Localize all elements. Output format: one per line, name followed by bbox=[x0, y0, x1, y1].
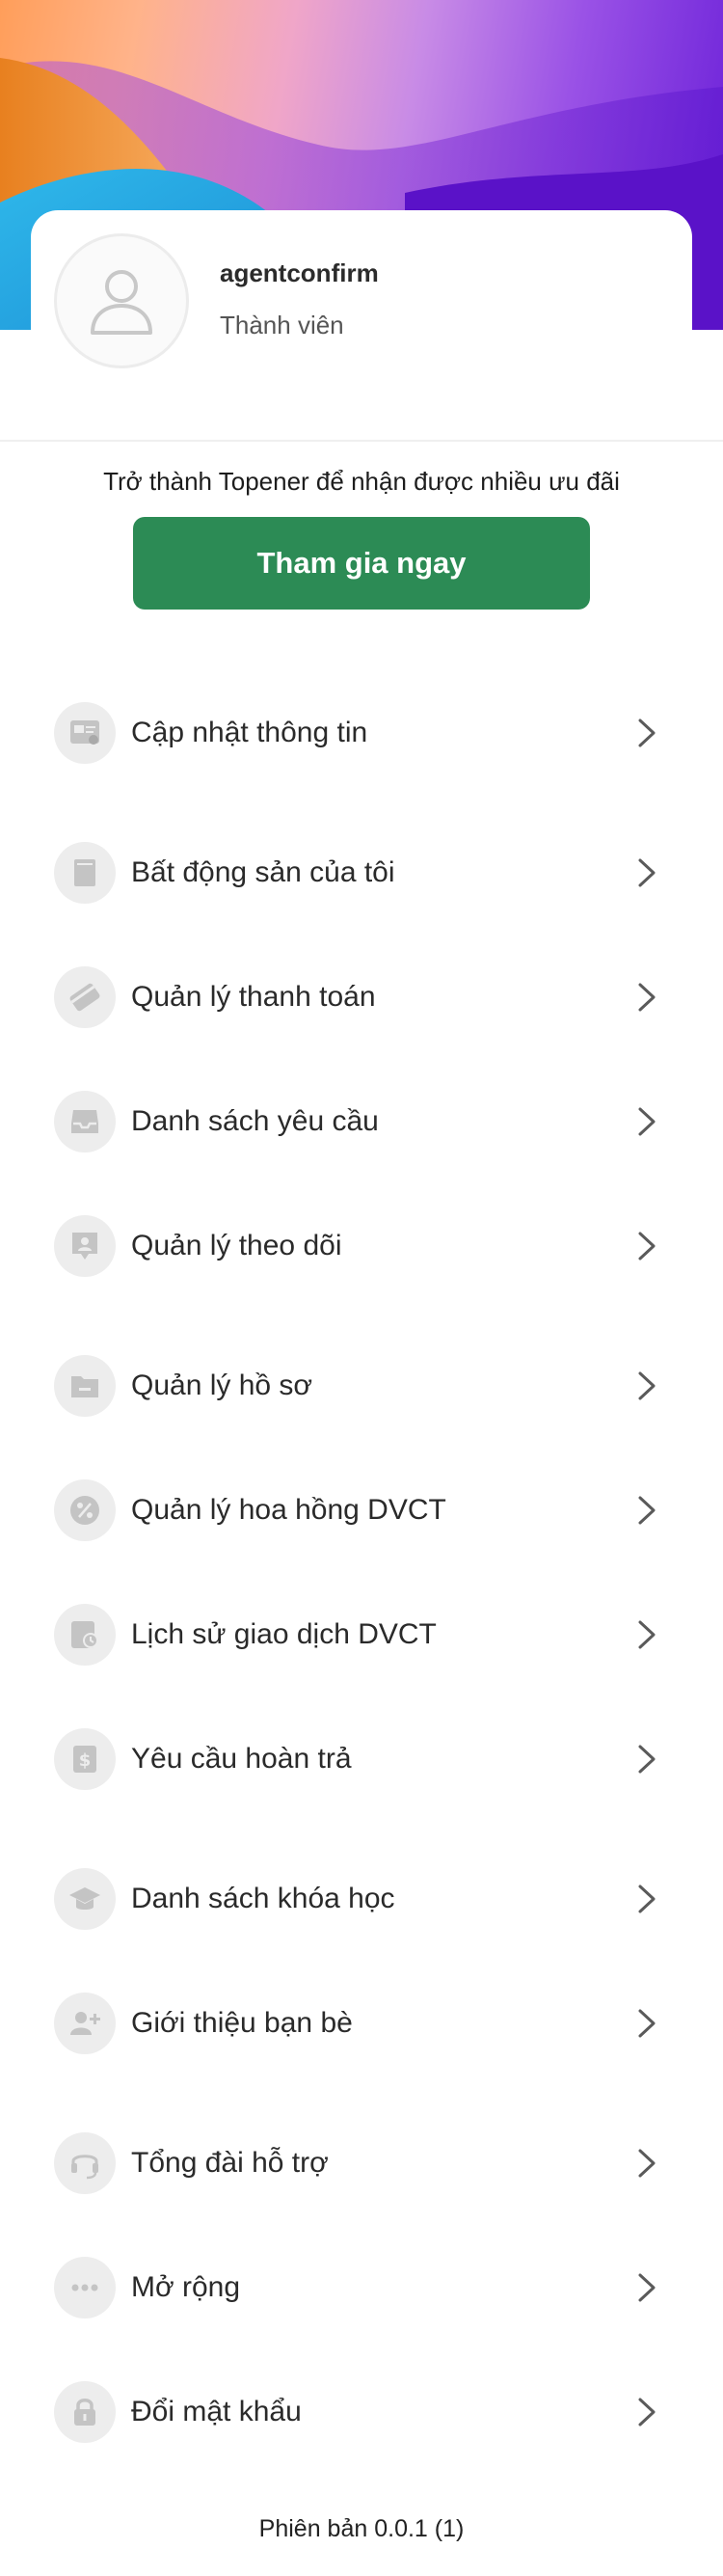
chevron-right-icon bbox=[638, 1620, 656, 1649]
person-chat-icon bbox=[54, 1215, 116, 1277]
menu-label: Bất động sản của tôi bbox=[131, 856, 395, 888]
folder-icon bbox=[54, 1355, 116, 1417]
promo-text: Trở thành Topener để nhận được nhiều ưu … bbox=[103, 467, 620, 496]
menu-label: Quản lý thanh toán bbox=[131, 981, 376, 1013]
history-icon bbox=[54, 1604, 116, 1666]
menu-label: Danh sách khóa học bbox=[131, 1883, 395, 1914]
menu-item-change-password[interactable]: Đổi mật khẩu bbox=[0, 2359, 723, 2465]
menu-label: Giới thiệu bạn bè bbox=[131, 2007, 353, 2039]
building-icon bbox=[54, 842, 116, 904]
chevron-right-icon bbox=[638, 2398, 656, 2427]
menu-label: Quản lý theo dõi bbox=[131, 1230, 342, 1261]
menu-item-transaction-history[interactable]: Lịch sử giao dịch DVCT bbox=[0, 1582, 723, 1688]
lock-icon bbox=[54, 2381, 116, 2443]
menu-label: Danh sách yêu cầu bbox=[131, 1105, 379, 1137]
profile-card: agentconfirm Thành viên bbox=[31, 210, 692, 442]
avatar[interactable] bbox=[54, 233, 189, 368]
more-dots-icon bbox=[54, 2257, 116, 2318]
chevron-right-icon bbox=[638, 1885, 656, 1913]
user-placeholder-icon bbox=[91, 270, 152, 335]
chevron-right-icon bbox=[638, 1232, 656, 1261]
username: agentconfirm bbox=[220, 258, 379, 287]
menu-item-request-list[interactable]: Danh sách yêu cầu bbox=[0, 1069, 723, 1175]
menu-label: Cập nhật thông tin bbox=[131, 717, 368, 748]
profile-card-icon bbox=[54, 702, 116, 764]
chevron-right-icon bbox=[638, 1107, 656, 1136]
menu-item-support-hotline[interactable]: Tổng đài hỗ trợ bbox=[0, 2110, 723, 2216]
menu-item-update-info[interactable]: Cập nhật thông tin bbox=[0, 680, 723, 786]
graduation-cap-icon bbox=[54, 1868, 116, 1930]
chevron-right-icon bbox=[638, 983, 656, 1012]
app-version: Phiên bản 0.0.1 (1) bbox=[258, 2515, 465, 2542]
divider bbox=[0, 440, 723, 442]
credit-card-icon bbox=[54, 966, 116, 1028]
chevron-right-icon bbox=[638, 2273, 656, 2302]
menu-label: Tổng đài hỗ trợ bbox=[131, 2147, 329, 2179]
menu-label: Mở rộng bbox=[131, 2271, 241, 2303]
chevron-right-icon bbox=[638, 1371, 656, 1400]
menu-label: Quản lý hoa hồng DVCT bbox=[131, 1494, 446, 1526]
percent-icon bbox=[54, 1479, 116, 1541]
menu-label: Đổi mật khẩu bbox=[131, 2396, 302, 2427]
chevron-right-icon bbox=[638, 1745, 656, 1774]
menu-label: Yêu cầu hoàn trả bbox=[131, 1743, 352, 1775]
join-now-button[interactable]: Tham gia ngay bbox=[133, 517, 590, 610]
menu-item-my-properties[interactable]: Bất động sản của tôi bbox=[0, 820, 723, 926]
menu-item-refer-friends[interactable]: Giới thiệu bạn bè bbox=[0, 1970, 723, 2076]
menu-item-payment[interactable]: Quản lý thanh toán bbox=[0, 944, 723, 1050]
menu-label: Lịch sử giao dịch DVCT bbox=[131, 1618, 437, 1650]
menu-item-course-list[interactable]: Danh sách khóa học bbox=[0, 1846, 723, 1952]
inbox-icon bbox=[54, 1091, 116, 1152]
chevron-right-icon bbox=[638, 2009, 656, 2038]
refund-icon: $ bbox=[54, 1728, 116, 1790]
menu-item-follow-management[interactable]: Quản lý theo dõi bbox=[0, 1193, 723, 1299]
menu-item-extensions[interactable]: Mở rộng bbox=[0, 2235, 723, 2341]
headset-icon bbox=[54, 2132, 116, 2194]
menu-item-profile-management[interactable]: Quản lý hồ sơ bbox=[0, 1333, 723, 1439]
menu-label: Quản lý hồ sơ bbox=[131, 1369, 313, 1401]
chevron-right-icon bbox=[638, 858, 656, 887]
chevron-right-icon bbox=[638, 2149, 656, 2178]
add-user-icon bbox=[54, 1993, 116, 2054]
member-role: Thành viên bbox=[220, 311, 344, 339]
chevron-right-icon bbox=[638, 719, 656, 747]
menu-item-commission[interactable]: Quản lý hoa hồng DVCT bbox=[0, 1457, 723, 1563]
svg-text:$: $ bbox=[79, 1750, 92, 1771]
menu-item-refund-request[interactable]: $ Yêu cầu hoàn trả bbox=[0, 1706, 723, 1812]
chevron-right-icon bbox=[638, 1496, 656, 1525]
